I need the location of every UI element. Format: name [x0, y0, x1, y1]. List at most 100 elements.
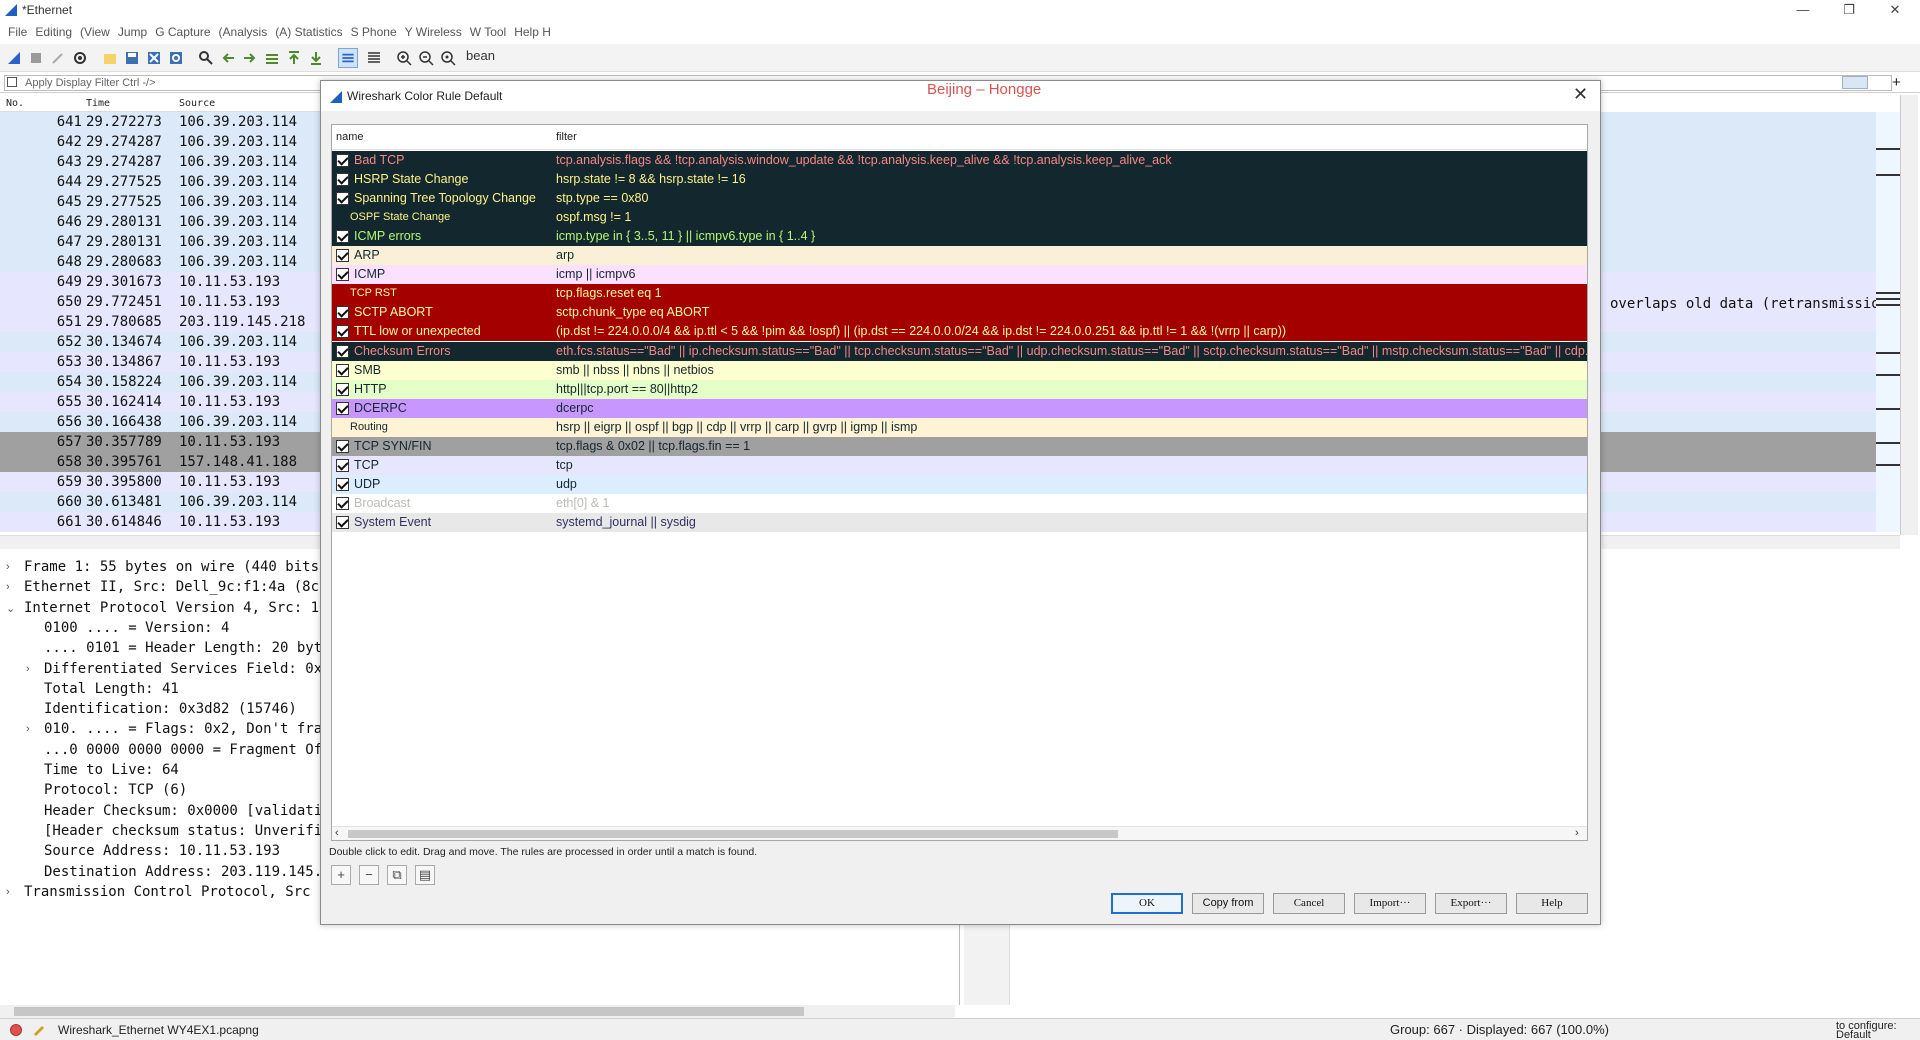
- start-capture-icon[interactable]: [6, 50, 22, 66]
- status-profile[interactable]: Default: [1836, 1029, 1871, 1040]
- rule-enabled-checkbox[interactable]: [336, 173, 349, 187]
- col-filter[interactable]: filter: [556, 131, 577, 143]
- detail-tree-item[interactable]: Ethernet II, Src: Dell_9c:f1:4a (8c:e: [24, 579, 336, 595]
- capture-status-icon[interactable]: [10, 1024, 22, 1036]
- expand-chevron-icon[interactable]: ›: [26, 723, 30, 735]
- color-rule-row[interactable]: Bad TCP tcp.analysis.flags && !tcp.analys…: [332, 151, 1587, 170]
- bookmark-icon[interactable]: [7, 77, 17, 87]
- cancel-button[interactable]: Cancel: [1273, 893, 1345, 914]
- color-rule-row[interactable]: TTL low or unexpected (ip.dst != 224.0.0.…: [332, 322, 1587, 342]
- menu-wireless[interactable]: Y Wireless: [405, 25, 462, 39]
- rule-enabled-checkbox[interactable]: [336, 477, 349, 491]
- close-window-button[interactable]: ✕: [1872, 0, 1918, 22]
- go-back-icon[interactable]: [220, 50, 236, 66]
- open-file-icon[interactable]: [102, 50, 118, 66]
- help-button[interactable]: Help: [1516, 893, 1588, 914]
- rule-enabled-checkbox[interactable]: [336, 382, 349, 396]
- colorize-icon[interactable]: [366, 50, 382, 66]
- rule-enabled-checkbox[interactable]: [336, 249, 349, 263]
- detail-tree-item[interactable]: Header Checksum: 0x0000 [validation: [44, 803, 339, 819]
- col-source[interactable]: Source: [179, 98, 215, 109]
- menu-editing[interactable]: Editing: [35, 25, 72, 39]
- save-file-icon[interactable]: [124, 50, 140, 66]
- add-filter-button-icon[interactable]: +: [1892, 74, 1901, 91]
- rule-enabled-checkbox[interactable]: [336, 154, 349, 167]
- detail-tree-item[interactable]: Frame 1: 55 bytes on wire (440 bits),: [24, 559, 336, 575]
- reload-file-icon[interactable]: [168, 50, 184, 66]
- rule-enabled-checkbox[interactable]: [336, 363, 349, 377]
- detail-tree-item[interactable]: ...0 0000 0000 0000 = Fragment Offs: [44, 742, 339, 758]
- color-rule-row[interactable]: Routing hsrp || eigrp || ospf || bgp || c…: [332, 417, 1587, 437]
- detail-tree-item[interactable]: Internet Protocol Version 4, Src: 10.: [24, 600, 336, 616]
- go-forward-icon[interactable]: [242, 50, 258, 66]
- rule-enabled-checkbox[interactable]: [336, 230, 349, 244]
- menu-phone[interactable]: S Phone: [351, 25, 397, 39]
- color-rule-row[interactable]: Checksum Errors eth.fcs.status=="Bad" || …: [332, 341, 1587, 361]
- detail-tree-item[interactable]: 010. .... = Flags: 0x2, Don't fragm: [44, 721, 339, 737]
- capture-options-icon[interactable]: [72, 50, 88, 66]
- color-rule-row[interactable]: ARP arp: [332, 246, 1587, 266]
- remove-rule-button[interactable]: −: [359, 865, 379, 885]
- edit-comment-icon[interactable]: [32, 1022, 46, 1036]
- col-no[interactable]: No.: [6, 98, 24, 109]
- close-file-icon[interactable]: [146, 50, 162, 66]
- export-button[interactable]: Export···: [1435, 893, 1507, 914]
- expand-chevron-icon[interactable]: ⌄: [6, 602, 15, 615]
- import-button[interactable]: Import···: [1354, 893, 1426, 914]
- dialog-close-icon[interactable]: ✕: [1573, 84, 1588, 105]
- restart-capture-icon[interactable]: [50, 50, 66, 66]
- color-rule-row[interactable]: SMB smb || nbss || nbns || netbios: [332, 360, 1587, 380]
- zoom-out-icon[interactable]: [418, 50, 434, 66]
- clear-rules-icon[interactable]: ▤: [415, 865, 435, 885]
- detail-tree-item[interactable]: Destination Address: 203.119.145.21: [44, 864, 339, 880]
- detail-tree-item[interactable]: Time to Live: 64: [44, 762, 179, 778]
- color-rule-row[interactable]: HSRP State Change hsrp.state != 8 && hsrp…: [332, 170, 1587, 190]
- detail-tree-item[interactable]: .... 0101 = Header Length: 20 bytes: [44, 640, 339, 656]
- menu-analysis[interactable]: (Analysis: [219, 25, 268, 39]
- color-rule-row[interactable]: UDP udp: [332, 474, 1587, 494]
- detail-tree-item[interactable]: Differentiated Services Field: 0x00: [44, 661, 339, 677]
- rule-enabled-checkbox[interactable]: [336, 439, 349, 453]
- rule-enabled-checkbox[interactable]: [336, 496, 349, 510]
- detail-tree-item[interactable]: Transmission Control Protocol, Src Po: [24, 884, 336, 900]
- menu-file[interactable]: File: [8, 25, 27, 39]
- stop-capture-icon[interactable]: [28, 50, 44, 66]
- color-rule-row[interactable]: DCERPC dcerpc: [332, 398, 1587, 418]
- auto-scroll-icon[interactable]: [338, 48, 358, 68]
- find-packet-icon[interactable]: [198, 50, 214, 66]
- packet-list-vscrollbar[interactable]: [1900, 95, 1918, 535]
- detail-tree-item[interactable]: 0100 .... = Version: 4: [44, 620, 229, 636]
- rules-hscrollbar[interactable]: ‹ ›: [332, 826, 1587, 840]
- go-to-packet-icon[interactable]: [264, 50, 280, 66]
- last-packet-icon[interactable]: [308, 50, 324, 66]
- color-rule-row[interactable]: TCP tcp: [332, 455, 1587, 475]
- restore-button[interactable]: ❐: [1826, 0, 1872, 22]
- first-packet-icon[interactable]: [286, 50, 302, 66]
- rule-enabled-checkbox[interactable]: [336, 192, 349, 206]
- detail-tree-item[interactable]: [Header checksum status: Unverified: [44, 823, 339, 839]
- zoom-in-icon[interactable]: [396, 50, 412, 66]
- detail-tree-item[interactable]: Identification: 0x3d82 (15746): [44, 701, 297, 717]
- menu-view[interactable]: (View: [80, 25, 110, 39]
- col-time[interactable]: Time: [86, 98, 110, 109]
- expand-chevron-icon[interactable]: ›: [26, 663, 30, 675]
- expand-chevron-icon[interactable]: ›: [6, 581, 10, 593]
- rule-enabled-checkbox[interactable]: [336, 325, 349, 339]
- detail-tree-item[interactable]: Protocol: TCP (6): [44, 782, 187, 798]
- color-rule-row[interactable]: ICMP errors icmp.type in { 3..5, 11 } || …: [332, 227, 1587, 247]
- apply-filter-arrow-icon[interactable]: [1842, 76, 1868, 89]
- minimize-button[interactable]: —: [1780, 0, 1826, 22]
- details-hscrollbar[interactable]: [0, 1005, 955, 1018]
- color-rule-row[interactable]: Broadcast eth[0] & 1: [332, 493, 1587, 513]
- col-name[interactable]: name: [336, 131, 364, 143]
- menu-help[interactable]: Help H: [514, 25, 551, 39]
- rule-enabled-checkbox[interactable]: [336, 401, 349, 415]
- menu-capture[interactable]: G Capture: [155, 25, 210, 39]
- packet-minimap[interactable]: [1876, 112, 1900, 532]
- rule-enabled-checkbox[interactable]: [336, 268, 349, 282]
- color-rule-row[interactable]: HTTP http|||tcp.port == 80||http2: [332, 379, 1587, 399]
- rule-enabled-checkbox[interactable]: [336, 306, 349, 320]
- color-rule-row[interactable]: ICMP icmp || icmpv6: [332, 265, 1587, 285]
- menu-tool[interactable]: W Tool: [470, 25, 506, 39]
- menu-statistics[interactable]: (A) Statistics: [275, 25, 342, 39]
